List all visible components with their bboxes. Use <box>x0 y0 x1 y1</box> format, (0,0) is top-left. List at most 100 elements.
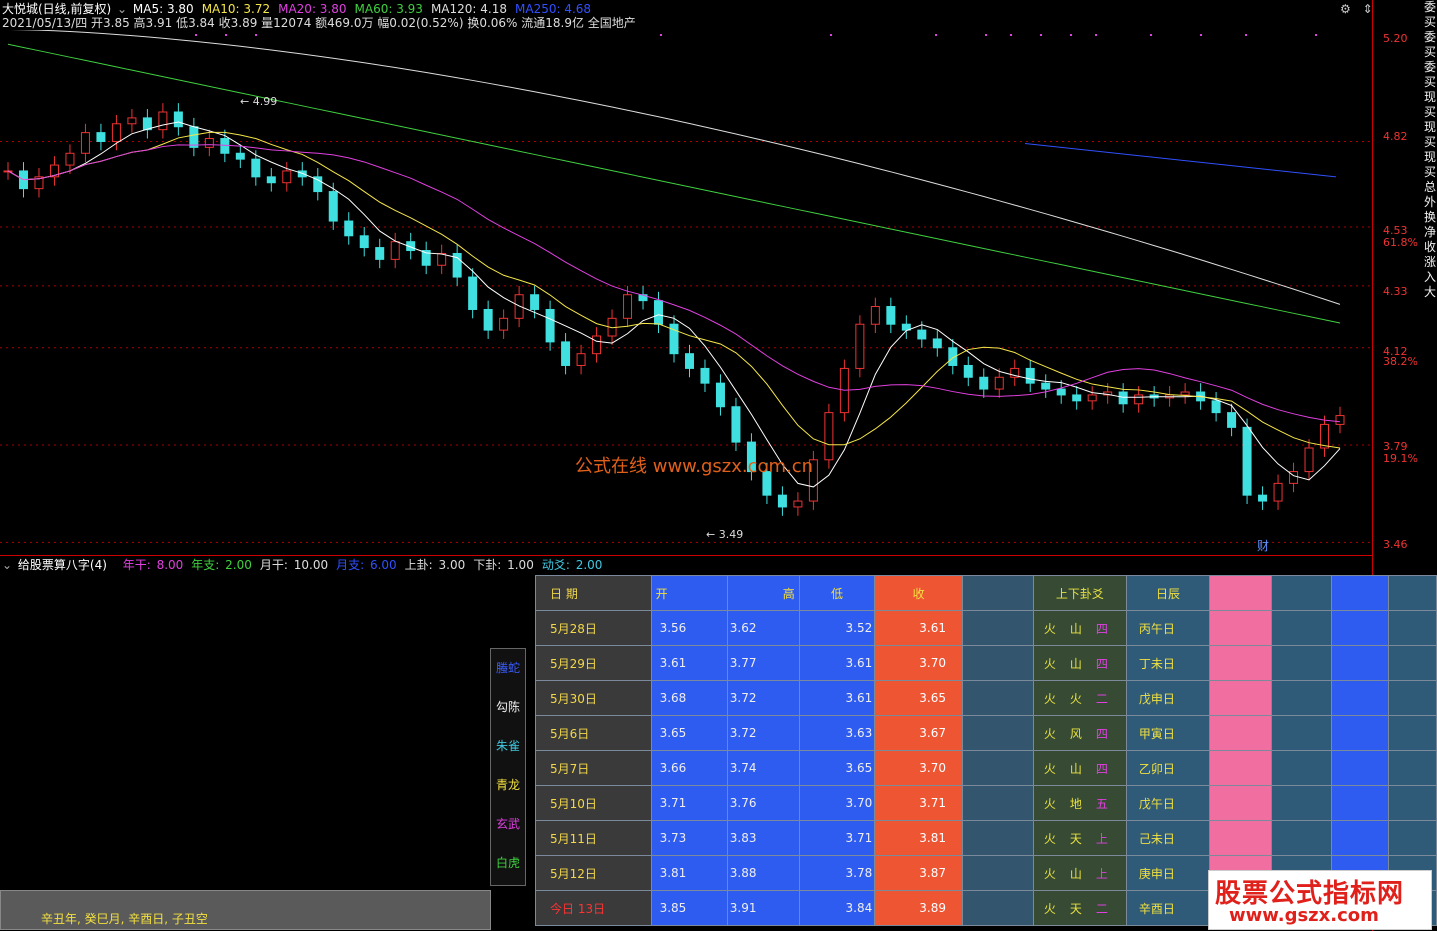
candle <box>96 132 106 142</box>
marker-dot <box>1315 34 1317 36</box>
ganzhi-text: 辛丑年, 癸巳月, 辛酉日, 子丑空 <box>41 912 208 926</box>
candle <box>592 335 602 355</box>
candle <box>158 111 168 131</box>
table-row: 5月10日 3.71 3.76 3.70 3.71 火地五戊午日 <box>535 785 1437 821</box>
candle <box>437 252 447 266</box>
table-cell: 5月10日 <box>535 785 652 821</box>
candle <box>1134 394 1144 405</box>
table-cell <box>1208 785 1273 821</box>
table-cell: 3.61 <box>798 680 876 716</box>
ma-label: MA5: 3.80 <box>132 2 194 16</box>
table-cell: 3.83 <box>726 820 800 856</box>
candle <box>1041 382 1051 390</box>
chevron-down-icon[interactable]: ⌄ <box>117 2 127 16</box>
candle <box>1335 415 1345 425</box>
marker-dot <box>195 34 197 36</box>
gua-char: 火 <box>1069 691 1082 706</box>
candle <box>979 376 989 390</box>
candle <box>824 412 834 461</box>
six-spirits-panel: 螣蛇 勾陈 朱雀 青龙 玄武 白虎 <box>490 648 526 886</box>
candle <box>1304 447 1314 473</box>
candle <box>111 123 121 142</box>
indicator-params: 年干: 8.00 年支: 2.00 月干: 10.00 月支: 6.00 上卦: 3.0… <box>123 558 611 572</box>
candle <box>684 353 694 369</box>
table-row: 5月6日 3.65 3.72 3.63 3.67 火风四甲寅日 <box>535 715 1437 751</box>
gua-char: 天 <box>1069 831 1082 846</box>
header-gua: 上下卦爻 <box>1032 575 1127 611</box>
candle <box>623 294 633 319</box>
marker-dot <box>1040 34 1042 36</box>
low-label: ← 3.49 <box>706 528 743 541</box>
table-cell: 5月11日 <box>535 820 652 856</box>
candle <box>251 158 261 178</box>
price-chart[interactable]: ← 4.99 ← 3.49 公式在线 www.gszx.com.cn 财 <box>0 30 1372 555</box>
header-open: 开 <box>650 575 728 611</box>
candle <box>1118 391 1128 405</box>
table-cell: 3.72 <box>726 715 800 751</box>
gua-char: 四 <box>1095 761 1108 776</box>
table-cell: 甲寅日 <box>1125 715 1210 751</box>
table-cell <box>962 715 1034 751</box>
table-cell <box>1388 820 1437 856</box>
panel-separator <box>0 555 1372 556</box>
table-cell: 火山上 <box>1032 855 1127 891</box>
table-cell: 3.73 <box>650 820 728 856</box>
gua-char: 上 <box>1095 831 1108 846</box>
table-cell: 3.72 <box>726 680 800 716</box>
candle <box>561 341 571 366</box>
header-b3 <box>1331 575 1389 611</box>
table-cell: 3.78 <box>798 855 876 891</box>
gua-char: 四 <box>1095 726 1108 741</box>
table-cell: 3.87 <box>874 855 963 891</box>
marker-dot <box>1095 34 1097 36</box>
candle <box>1273 482 1283 502</box>
table-cell: 3.71 <box>650 785 728 821</box>
table-cell <box>1208 750 1273 786</box>
table-cell: 5月28日 <box>535 610 652 646</box>
table-cell <box>1388 645 1437 681</box>
ma-label: MA10: 3.72 <box>201 2 271 16</box>
gua-char: 天 <box>1069 901 1082 916</box>
spirit-label: 青龙 <box>495 778 520 792</box>
indicator-param: 上卦: 3.00 <box>404 558 466 572</box>
chevron-down-icon[interactable]: ⌄ <box>2 558 12 572</box>
table-cell: 己未日 <box>1125 820 1210 856</box>
settings-icon[interactable]: ⚙ <box>1340 2 1351 16</box>
table-cell: 3.66 <box>650 750 728 786</box>
marker-dot <box>830 34 832 36</box>
candle <box>173 111 183 128</box>
table-cell: 3.76 <box>726 785 800 821</box>
ma-label: MA120: 4.18 <box>430 2 507 16</box>
axis-label: 4.82 <box>1383 130 1408 143</box>
gua-char: 二 <box>1095 901 1108 916</box>
table-cell: 3.89 <box>874 890 963 926</box>
quote-line: 2021/05/13/四 开3.85 高3.91 低3.84 收3.89 量12… <box>2 16 636 30</box>
table-cell <box>1208 610 1273 646</box>
ma250-line <box>1024 142 1337 178</box>
table-cell <box>962 610 1034 646</box>
marker-dot <box>1070 34 1072 36</box>
indicator-title[interactable]: 给股票算八字(4) <box>18 558 107 572</box>
table-cell: 3.88 <box>726 855 800 891</box>
table-cell <box>962 855 1034 891</box>
gua-char: 火 <box>1043 656 1056 671</box>
header-b4 <box>1388 575 1437 611</box>
header-b2 <box>1270 575 1333 611</box>
gua-char: 火 <box>1043 831 1056 846</box>
spirit-label: 朱雀 <box>495 739 520 753</box>
marker-dot <box>1150 34 1152 36</box>
gua-char: 火 <box>1043 761 1056 776</box>
table-cell: 5月6日 <box>535 715 652 751</box>
candle <box>1227 412 1237 428</box>
indicator-param: 动爻: 2.00 <box>541 558 603 572</box>
table-cell: 3.68 <box>650 680 728 716</box>
candle <box>715 382 725 408</box>
table-cell: 3.91 <box>726 890 800 926</box>
marker-dot <box>1245 34 1247 36</box>
header-low: 低 <box>798 575 876 611</box>
stock-title[interactable]: 大悦城(日线,前复权) <box>2 2 111 16</box>
table-cell: 火地五 <box>1032 785 1127 821</box>
table-cell: 丙午日 <box>1125 610 1210 646</box>
gua-char: 火 <box>1043 691 1056 706</box>
indicator-param: 年支: 2.00 <box>191 558 252 572</box>
